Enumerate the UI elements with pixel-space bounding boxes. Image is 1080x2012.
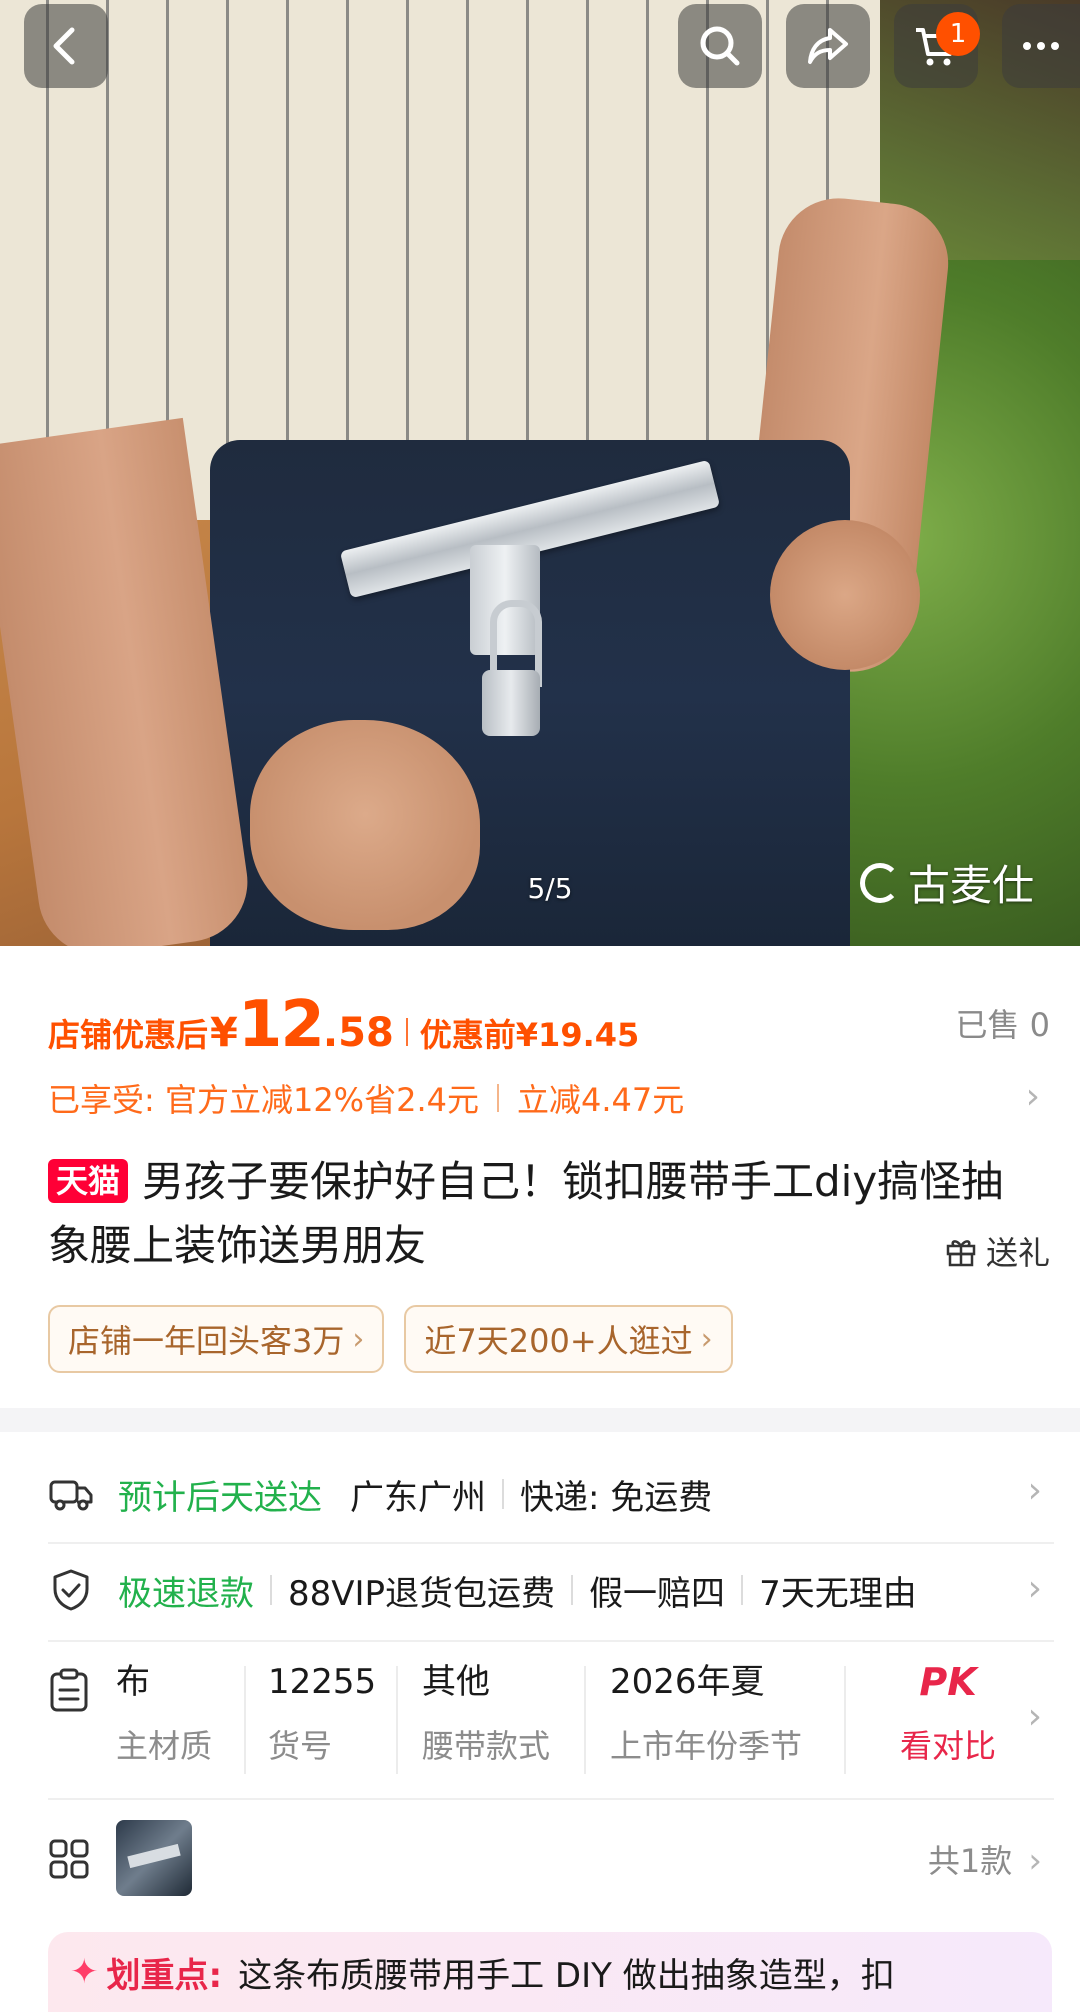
highlight-text: 这条布质腰带用手工 DIY 做出抽象造型，扣 xyxy=(238,1955,895,1996)
currency-symbol: ¥ xyxy=(210,1010,238,1056)
spec-value: 布 xyxy=(116,1662,150,1702)
fast-refund: 极速退款 xyxy=(118,1573,254,1614)
grid-icon xyxy=(49,1839,89,1879)
ship-origin: 广东广州 xyxy=(350,1477,486,1518)
spec-value: 2026年夏 xyxy=(610,1662,765,1702)
shipping-fee: 快递: 免运费 xyxy=(520,1477,713,1518)
promo-divider xyxy=(496,1084,499,1112)
price-divider xyxy=(405,1018,408,1046)
promo-row[interactable]: 已享受: 官方立减12%省2.4元 立减4.47元 xyxy=(48,1074,1048,1122)
spec-material: 布 主材质 xyxy=(116,1658,212,1778)
divider xyxy=(844,1666,846,1774)
spec-value: 其他 xyxy=(422,1662,490,1702)
guarantee-row[interactable]: 极速退款 88VIP退货包运费 假一赔四 7天无理由 xyxy=(48,1562,1048,1618)
divider xyxy=(584,1666,586,1774)
discount-price-label: 店铺优惠后 xyxy=(48,1016,209,1054)
product-title: 天猫 男孩子要保护好自己！锁扣腰带手工diy搞怪抽象腰上装饰送男朋友 xyxy=(48,1150,1008,1278)
price-decimal: .58 xyxy=(322,1010,394,1056)
product-image-carousel[interactable]: 5/5 古麦仕 xyxy=(0,0,1080,946)
watermark-logo-icon xyxy=(860,862,900,903)
chevron-right-icon[interactable]: › xyxy=(1028,1568,1042,1609)
shield-check-icon xyxy=(53,1569,89,1611)
sku-thumbnail[interactable] xyxy=(116,1820,192,1896)
spec-belt-style: 其他 腰带款式 xyxy=(422,1658,550,1778)
sparkle-icon: ✦ xyxy=(70,1952,99,1992)
delivery-truck-icon xyxy=(49,1480,93,1511)
chevron-right-icon[interactable]: › xyxy=(1028,1470,1042,1511)
watermark-text: 古麦仕 xyxy=(908,861,1035,910)
sold-count: 已售 0 xyxy=(955,1006,1050,1044)
more-dots-icon xyxy=(1023,42,1059,50)
spec-key: 货号 xyxy=(268,1727,333,1765)
shop-tag-label: 近7天200+人逛过 xyxy=(424,1322,693,1360)
delivery-eta: 预计后天送达 xyxy=(118,1477,322,1518)
spec-key: 腰带款式 xyxy=(422,1727,551,1765)
gift-icon xyxy=(946,1240,976,1267)
spec-value: 12255 xyxy=(268,1662,377,1702)
chevron-right-icon: › xyxy=(700,1321,713,1357)
shop-tag-recent-visitors[interactable]: 近7天200+人逛过 › xyxy=(404,1305,733,1373)
divider xyxy=(571,1575,574,1605)
photo-hand xyxy=(250,720,480,930)
chevron-right-icon: › xyxy=(352,1321,365,1357)
shop-tag-label: 店铺一年回头客3万 xyxy=(68,1322,345,1360)
guarantee-item: 假一赔四 xyxy=(589,1573,726,1614)
divider xyxy=(48,1798,1054,1800)
spec-key: 上市年份季节 xyxy=(610,1727,803,1765)
shop-tags: 店铺一年回头客3万 › 近7天200+人逛过 › xyxy=(48,1305,733,1373)
price-integer: 12 xyxy=(237,988,325,1062)
tmall-badge: 天猫 xyxy=(48,1159,129,1203)
watermark: 古麦仕 xyxy=(860,852,1034,913)
chevron-right-icon[interactable]: › xyxy=(1028,1696,1042,1737)
share-icon xyxy=(808,28,848,64)
divider xyxy=(48,1542,1054,1544)
chevron-left-icon xyxy=(53,27,75,65)
ai-highlight-panel[interactable]: ✦ 划重点: 这条布质腰带用手工 DIY 做出抽象造型，扣 xyxy=(48,1932,1052,2012)
compare-label: 看对比 xyxy=(900,1727,997,1765)
sku-selector[interactable]: 共1款 › xyxy=(928,1836,1042,1882)
promo-instant-discount: 立减4.47元 xyxy=(516,1081,685,1119)
divider xyxy=(396,1666,398,1774)
photo-hand-right xyxy=(770,520,920,670)
guarantee-item: 7天无理由 xyxy=(759,1573,917,1614)
divider xyxy=(741,1575,744,1605)
search-button[interactable] xyxy=(678,4,762,88)
pk-icon: PK xyxy=(919,1660,977,1704)
price-row: 店铺优惠后 ¥ 12 .58 优惠前¥19.45 xyxy=(48,988,1048,1062)
promo-official-discount: 已享受: 官方立减12%省2.4元 xyxy=(48,1081,479,1119)
guarantee-item: 88VIP退货包运费 xyxy=(288,1573,556,1614)
gift-button[interactable]: 送礼 xyxy=(944,1228,1050,1274)
divider xyxy=(244,1666,246,1774)
share-button[interactable] xyxy=(786,4,870,88)
cart-count-badge: 1 xyxy=(936,12,980,56)
search-icon xyxy=(700,26,740,66)
back-button[interactable] xyxy=(24,4,108,88)
divider xyxy=(48,1640,1054,1642)
more-button[interactable] xyxy=(1002,4,1080,88)
divider xyxy=(502,1479,504,1509)
gift-label: 送礼 xyxy=(985,1234,1050,1272)
original-price: 优惠前¥19.45 xyxy=(419,1016,640,1054)
compare-button[interactable]: PK 看对比 xyxy=(900,1658,996,1770)
section-divider xyxy=(0,1408,1080,1432)
spec-season: 2026年夏 上市年份季节 xyxy=(610,1658,802,1778)
shop-tag-repeat-buyers[interactable]: 店铺一年回头客3万 › xyxy=(48,1305,385,1373)
photo-padlock xyxy=(482,670,540,736)
highlight-title: 划重点: xyxy=(106,1955,223,1996)
sku-count: 共1款 xyxy=(927,1842,1013,1880)
image-pager: 5/5 xyxy=(527,872,573,905)
divider xyxy=(270,1575,272,1605)
chevron-right-icon: › xyxy=(1028,1841,1042,1881)
product-specs[interactable]: 布 主材质 12255 货号 其他 腰带款式 2026年夏 上市年份季节 PK … xyxy=(48,1658,1048,1778)
product-title-text: 男孩子要保护好自己！锁扣腰带手工diy搞怪抽象腰上装饰送男朋友 xyxy=(48,1157,1004,1270)
spec-item-number: 12255 货号 xyxy=(268,1658,376,1778)
delivery-row[interactable]: 预计后天送达 广东广州 快递: 免运费 xyxy=(48,1466,1048,1522)
chevron-right-icon[interactable]: › xyxy=(1026,1076,1040,1117)
cart-button[interactable]: 1 xyxy=(894,4,980,88)
spec-key: 主材质 xyxy=(116,1727,213,1765)
